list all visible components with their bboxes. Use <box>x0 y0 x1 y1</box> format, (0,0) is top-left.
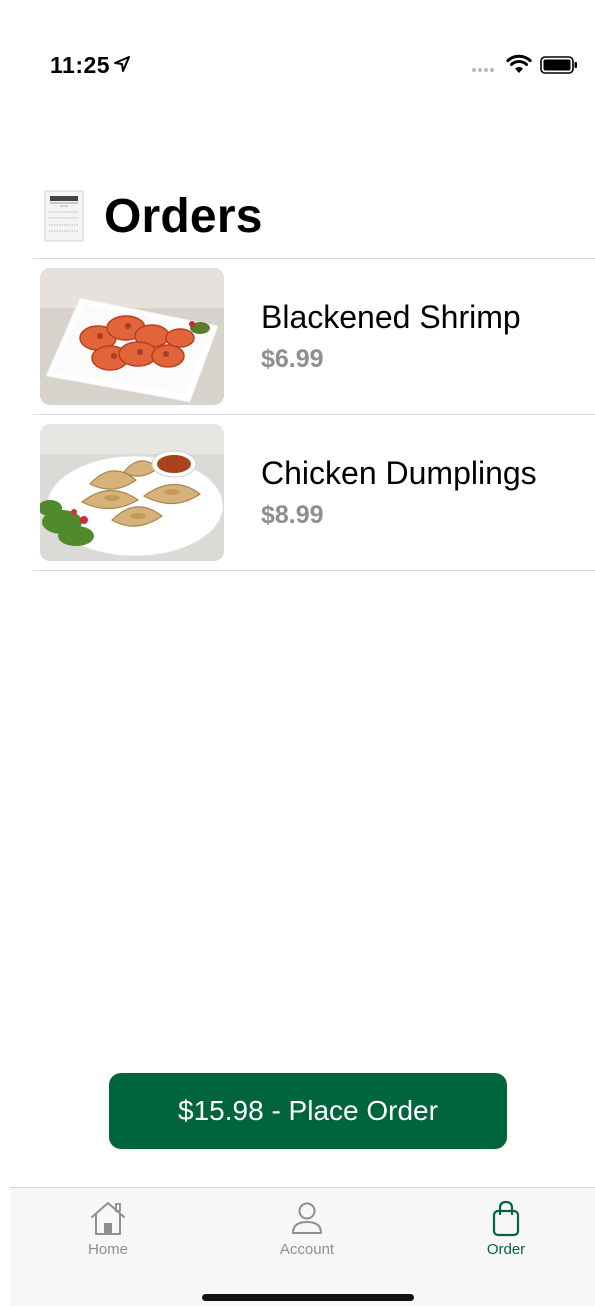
wifi-icon <box>506 54 532 73</box>
home-indicator <box>202 1294 414 1301</box>
battery-icon <box>540 56 577 74</box>
home-icon <box>91 1202 125 1235</box>
item-price: $8.99 <box>261 501 324 529</box>
page-header: Orders <box>44 186 263 246</box>
person-icon <box>292 1202 322 1234</box>
list-item[interactable]: Chicken Dumplings $8.99 <box>33 415 595 571</box>
list-item[interactable]: Blackened Shrimp $6.99 <box>33 259 595 415</box>
item-price: $6.99 <box>261 345 324 373</box>
place-order-button[interactable]: $15.98 - Place Order <box>109 1073 507 1149</box>
status-bar: 11:25 <box>0 0 595 100</box>
location-arrow-icon <box>114 56 130 72</box>
tab-order[interactable]: Order <box>446 1198 566 1258</box>
receipt-icon <box>44 190 84 242</box>
tab-account-label: Account <box>279 1241 335 1258</box>
item-name: Chicken Dumplings <box>261 455 537 491</box>
status-time: 11:25 <box>50 52 111 78</box>
item-name: Blackened Shrimp <box>261 299 521 335</box>
page-title: Orders <box>104 189 263 243</box>
tab-account[interactable]: Account <box>247 1198 367 1258</box>
signal-dots-icon <box>472 68 494 72</box>
order-list: Blackened Shrimp $6.99 Chicken Dumplings… <box>33 258 595 571</box>
dumplings-plate-image <box>40 424 224 561</box>
tab-bar: Home Account Order <box>10 1187 595 1306</box>
tab-order-label: Order <box>486 1241 526 1258</box>
tab-home-label: Home <box>87 1241 128 1258</box>
tab-home[interactable]: Home <box>48 1198 168 1258</box>
bag-icon <box>492 1200 520 1237</box>
shrimp-plate-image <box>40 268 224 405</box>
